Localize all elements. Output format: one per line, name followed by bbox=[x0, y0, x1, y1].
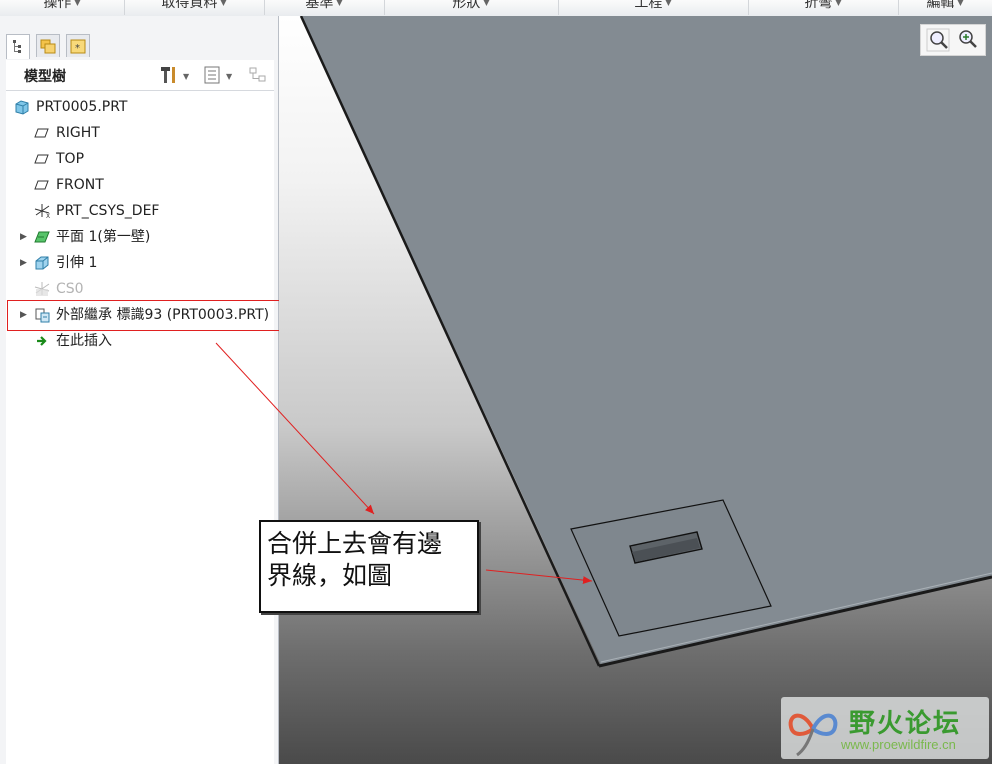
svg-text:X: X bbox=[46, 213, 50, 219]
show-options-icon[interactable]: ▼ bbox=[202, 65, 238, 85]
tree-item-csys-cs0[interactable]: CS0 bbox=[6, 278, 266, 300]
zoom-fit-button[interactable] bbox=[925, 27, 951, 53]
tab-favorites[interactable]: * bbox=[66, 34, 90, 57]
menu-bend[interactable]: 折彎 ▼ bbox=[748, 0, 899, 15]
chevron-down-icon: ▼ bbox=[336, 0, 343, 7]
insert-here-arrow-icon bbox=[37, 336, 47, 346]
tree-item-datum-top[interactable]: TOP bbox=[6, 148, 266, 170]
tree-item-datum-right[interactable]: RIGHT bbox=[6, 122, 266, 144]
menu-label: 形狀 bbox=[452, 0, 481, 11]
annotation-highlight-box bbox=[7, 300, 289, 331]
menu-operations[interactable]: 操作 ▼ bbox=[0, 0, 125, 15]
tree-item-label: CS0 bbox=[56, 281, 84, 297]
csys-icon: X bbox=[34, 204, 50, 219]
tree-item-label: 引伸 1 bbox=[56, 255, 98, 271]
callout-line-2: 界線，如圖 bbox=[267, 561, 393, 590]
tree-item-label: TOP bbox=[56, 151, 85, 167]
menu-bar: 操作 ▼ 取得資料 ▼ 基準 ▼ 形狀 ▼ 工程 ▼ 折彎 ▼ 編輯 ▼ bbox=[0, 0, 992, 17]
zoom-in-icon bbox=[959, 30, 977, 48]
menu-edit[interactable]: 編輯 ▼ bbox=[898, 0, 992, 15]
model-tree-header: 模型樹 ▼ ▼ bbox=[6, 60, 274, 91]
sheet-metal-model bbox=[299, 16, 992, 668]
watermark-name: 野火论坛 bbox=[849, 709, 962, 739]
datum-plane-icon bbox=[34, 154, 49, 164]
tree-item-label: PRT0005.PRT bbox=[36, 99, 128, 115]
svg-text:▼: ▼ bbox=[183, 72, 190, 81]
graphics-viewport[interactable] bbox=[279, 16, 992, 764]
tree-item-label: FRONT bbox=[56, 177, 104, 193]
chevron-down-icon: ▼ bbox=[835, 0, 842, 7]
tab-model-tree[interactable] bbox=[6, 34, 30, 59]
menu-label: 取得資料 bbox=[161, 0, 218, 11]
svg-text:▼: ▼ bbox=[226, 72, 233, 81]
forum-watermark: 野火论坛 www.proewildfire.cn bbox=[781, 697, 989, 759]
chevron-down-icon: ▼ bbox=[665, 0, 672, 7]
folder-browser-icon bbox=[40, 39, 56, 54]
chevron-down-icon: ▼ bbox=[220, 0, 227, 7]
menu-shapes[interactable]: 形狀 ▼ bbox=[384, 0, 559, 15]
tree-item-extrude[interactable]: ▶ 引伸 1 bbox=[6, 252, 266, 274]
flat-wall-icon bbox=[34, 231, 50, 243]
part-icon bbox=[15, 100, 29, 115]
menu-label: 工程 bbox=[634, 0, 663, 11]
model-tree-icon bbox=[13, 40, 21, 53]
zoom-in-button[interactable] bbox=[955, 27, 981, 53]
svg-text:*: * bbox=[75, 43, 80, 54]
annotation-callout: 合併上去會有邊 界線，如圖 bbox=[259, 520, 479, 613]
tree-item-insert-here[interactable]: 在此插入 bbox=[6, 330, 266, 352]
view-toolbar bbox=[920, 24, 986, 56]
tree-item-csys-default[interactable]: X PRT_CSYS_DEF bbox=[6, 200, 266, 222]
watermark-logo-icon bbox=[788, 713, 838, 757]
menu-get-data[interactable]: 取得資料 ▼ bbox=[124, 0, 265, 15]
favorites-icon: * bbox=[70, 39, 86, 54]
datum-plane-icon bbox=[34, 180, 49, 190]
expand-arrow-icon[interactable]: ▶ bbox=[20, 226, 27, 248]
menu-label: 基準 bbox=[305, 0, 334, 11]
menu-label: 折彎 bbox=[804, 0, 833, 11]
datum-plane-icon bbox=[34, 128, 49, 138]
tree-settings-icon[interactable]: ▼ bbox=[159, 65, 195, 85]
navigator-panel: * 模型樹 ▼ ▼ PRT0005.PRT RIGHT TOP FRONT X … bbox=[0, 16, 279, 764]
tree-item-datum-front[interactable]: FRONT bbox=[6, 174, 266, 196]
model-tree-list: PRT0005.PRT RIGHT TOP FRONT X PRT_CSYS_D… bbox=[6, 91, 274, 764]
chevron-down-icon: ▼ bbox=[483, 0, 490, 7]
tab-folder-browser[interactable] bbox=[36, 34, 60, 57]
tree-item-part[interactable]: PRT0005.PRT bbox=[6, 96, 266, 118]
tree-item-label: 在此插入 bbox=[56, 333, 112, 349]
chevron-down-icon: ▼ bbox=[957, 0, 964, 7]
watermark-url: www.proewildfire.cn bbox=[841, 737, 956, 752]
extrude-icon bbox=[35, 256, 49, 270]
zoom-fit-icon bbox=[926, 28, 950, 52]
tree-item-label: 平面 1(第一壁) bbox=[56, 229, 151, 245]
chevron-down-icon: ▼ bbox=[74, 0, 81, 7]
menu-datum[interactable]: 基準 ▼ bbox=[264, 0, 385, 15]
callout-line-1: 合併上去會有邊 bbox=[267, 529, 443, 558]
csys-icon bbox=[34, 282, 50, 296]
menu-label: 編輯 bbox=[926, 0, 955, 11]
expand-arrow-icon[interactable]: ▶ bbox=[20, 252, 27, 274]
tree-item-label: PRT_CSYS_DEF bbox=[56, 203, 160, 219]
model-tree-title: 模型樹 bbox=[24, 69, 66, 85]
menu-label: 操作 bbox=[43, 0, 72, 11]
tree-item-label: RIGHT bbox=[56, 125, 100, 141]
tree-filter-icon[interactable] bbox=[248, 65, 270, 85]
tree-item-flat-wall[interactable]: ▶ 平面 1(第一壁) bbox=[6, 226, 266, 248]
menu-engineering[interactable]: 工程 ▼ bbox=[558, 0, 749, 15]
